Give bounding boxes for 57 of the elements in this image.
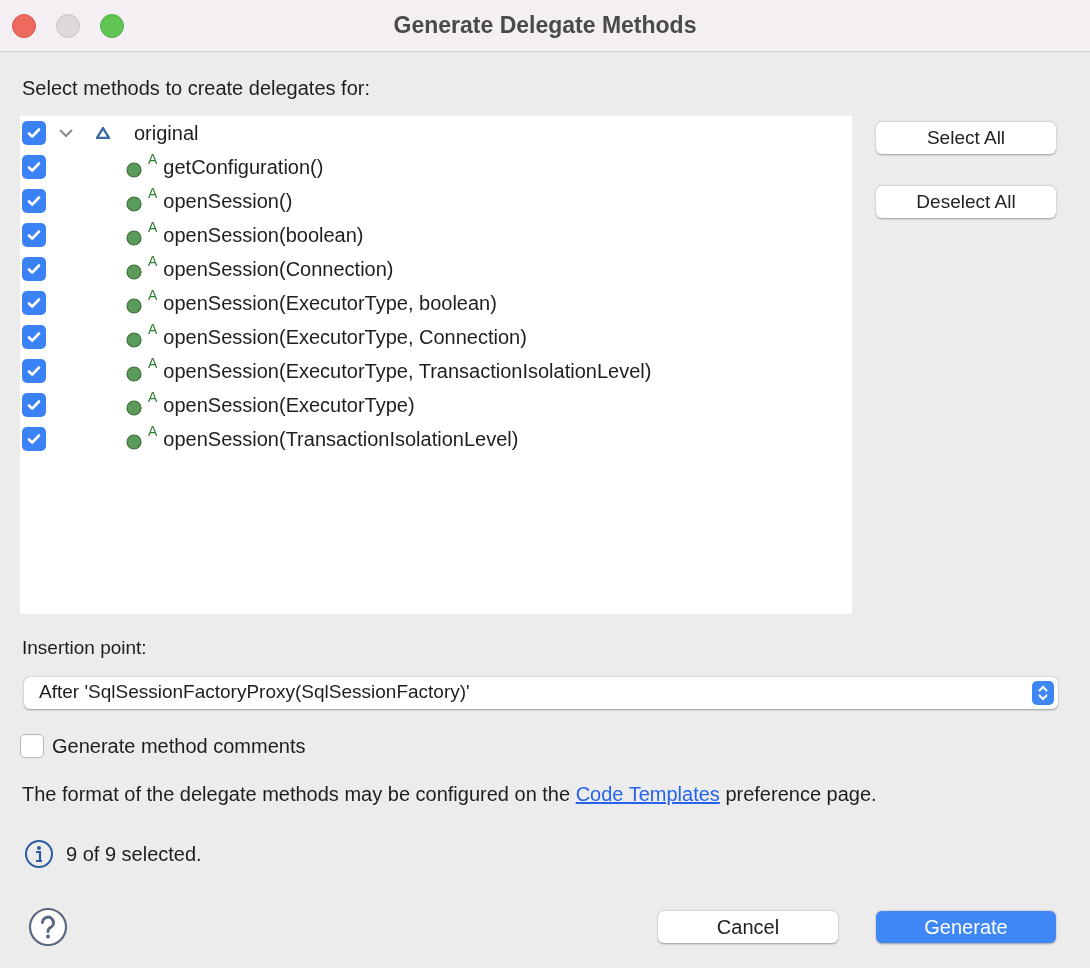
close-button[interactable] [12,13,36,38]
checkbox[interactable] [22,257,46,281]
abstract-marker: A [148,322,158,336]
tree-item[interactable]: openSession(TransactionIsolationLevel) [163,424,519,454]
circle-icon [126,264,142,280]
tree-item[interactable]: openSession(ExecutorType, TransactionIsolationLevel) [163,356,652,386]
tree-item[interactable]: openSession(ExecutorType, boolean) [163,288,497,318]
tree-item[interactable]: getConfiguration() [163,152,324,182]
deselect-all-button[interactable]: Deselect All [876,186,1056,218]
checkbox[interactable] [22,121,46,145]
select-all-button[interactable]: Select All [876,122,1056,154]
circle-icon [126,196,142,212]
checkbox[interactable] [22,393,46,417]
tree-item[interactable]: openSession(boolean) [163,220,364,250]
zoom-button[interactable] [100,13,124,38]
stepper-icon [1032,680,1054,705]
abstract-marker: A [148,152,158,166]
circle-icon [126,400,142,416]
abstract-marker: A [148,288,158,302]
insertion-point-dropdown[interactable]: After 'SqlSessionFactoryProxy(SqlSessionFactory)' [24,676,1058,709]
insertion-point-label: Insertion point: [22,636,148,660]
checkbox-label: Generate method comments [52,733,306,759]
checkbox[interactable] [22,223,46,247]
abstract-marker: A [148,254,158,268]
abstract-marker: A [148,424,158,438]
tree-item[interactable]: openSession(ExecutorType, Connection) [163,322,527,352]
checkbox[interactable] [20,733,44,758]
circle-icon [126,298,142,314]
abstract-marker: A [148,356,158,370]
circle-icon [126,332,142,348]
checkbox[interactable] [22,325,46,349]
circle-icon [126,366,142,382]
code-templates-link[interactable]: Code Templates [575,782,720,805]
cancel-button[interactable]: Cancel [658,910,838,943]
format-note: The format of the delegate methods may be configured on the Code Templates preference page. [22,781,878,807]
info-icon [24,838,54,869]
tree-item[interactable]: openSession(ExecutorType) [163,390,415,420]
abstract-marker: A [148,186,158,200]
abstract-marker: A [148,390,158,404]
checkbox[interactable] [22,427,46,451]
prompt-label: Select methods to create delegates for: [22,76,371,100]
circle-icon [126,434,142,450]
triangle-icon [96,127,110,139]
checkbox[interactable] [22,291,46,315]
checkbox[interactable] [22,189,46,213]
tree-item[interactable]: openSession(Connection) [163,254,394,284]
checkbox[interactable] [22,359,46,383]
circle-icon [126,230,142,246]
status-text: 9 of 9 selected. [66,841,202,867]
window-title: Generate Delegate Methods [393,11,697,41]
generate-button[interactable]: Generate [876,910,1056,943]
abstract-marker: A [148,220,158,234]
tree-item[interactable]: original [134,118,199,148]
circle-icon [126,162,142,178]
help-icon[interactable] [28,906,68,947]
checkbox[interactable] [22,155,46,179]
tree-item[interactable]: openSession() [163,186,293,216]
